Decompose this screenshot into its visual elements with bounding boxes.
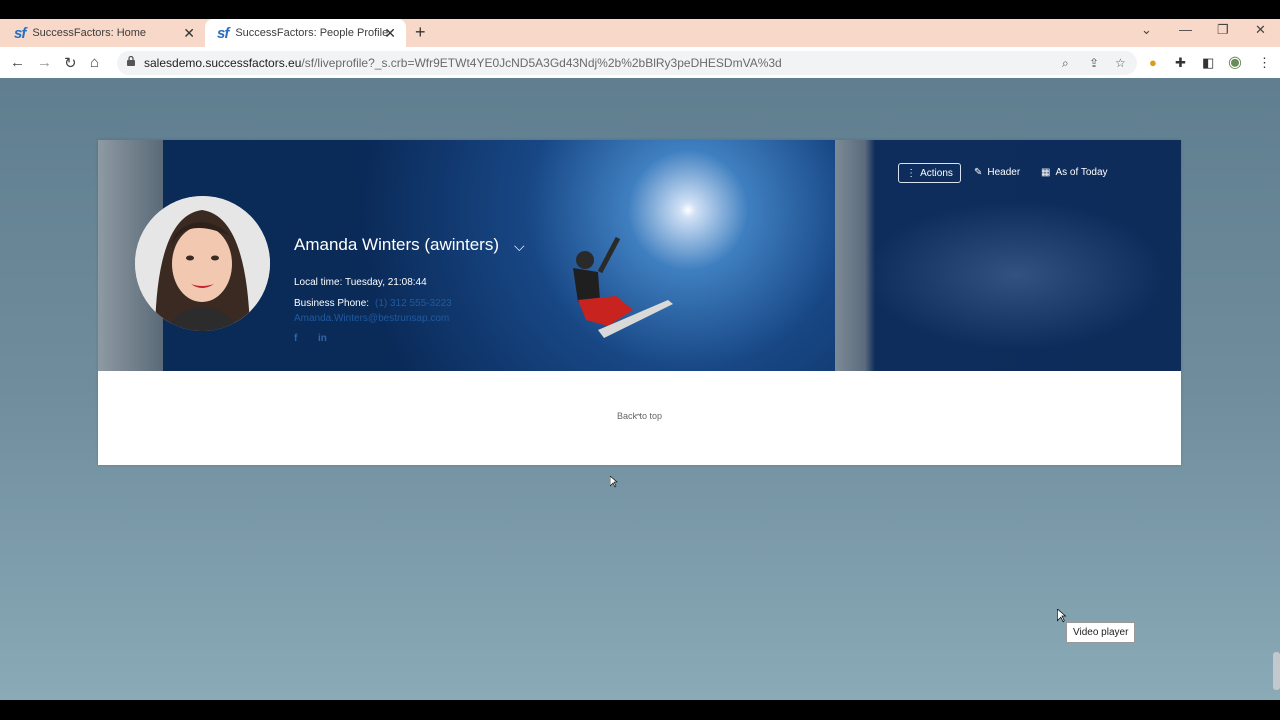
puzzle-extensions-icon[interactable]: ✚ bbox=[1175, 55, 1186, 71]
url-path: /sf/liveprofile?_s.crb=Wfr9ETWt4YE0JcND5… bbox=[301, 56, 782, 70]
mouse-pointer-icon bbox=[610, 476, 618, 488]
tab-title: SuccessFactors: People Profile bbox=[235, 27, 389, 39]
lock-icon bbox=[127, 56, 135, 66]
as-of-today-button[interactable]: ▦ As of Today bbox=[1041, 167, 1108, 178]
url-host: salesdemo.successfactors.eu bbox=[144, 56, 302, 70]
tab-people-profile[interactable]: sf SuccessFactors: People Profile ✕ bbox=[205, 19, 406, 47]
reload-icon[interactable]: ↻ bbox=[64, 54, 77, 72]
business-phone-label: Business Phone: bbox=[294, 298, 370, 309]
facebook-icon[interactable]: f bbox=[294, 333, 297, 344]
close-tab-icon[interactable]: ✕ bbox=[183, 25, 195, 42]
local-time: Local time: Tuesday, 21:08:44 bbox=[294, 277, 427, 288]
pencil-icon: ✎ bbox=[974, 167, 983, 178]
email-link[interactable]: Amanda.Winters@bestrunsap.com bbox=[294, 313, 449, 324]
banner-haze bbox=[866, 200, 1166, 350]
linkedin-icon[interactable]: in bbox=[318, 333, 327, 344]
close-window-icon[interactable]: ✕ bbox=[1255, 22, 1266, 38]
top-black-bar bbox=[0, 0, 1280, 19]
business-phone-link[interactable]: (1) 312 555-3223 bbox=[375, 298, 452, 309]
more-vertical-icon: ⋮ bbox=[906, 167, 917, 179]
sf-tab-icon: sf bbox=[217, 24, 229, 42]
extension-icon[interactable]: ● bbox=[1149, 55, 1157, 70]
restore-icon[interactable]: ❐ bbox=[1217, 22, 1229, 38]
snowboarder-image bbox=[573, 236, 673, 338]
bookmark-star-icon[interactable]: ☆ bbox=[1115, 56, 1126, 70]
tab-search-icon[interactable]: ⌄ bbox=[1141, 22, 1152, 38]
back-to-top-link[interactable]: Back to top bbox=[98, 411, 1181, 421]
profile-banner: Amanda Winters (awinters) ⌵ Local time: … bbox=[98, 140, 1181, 371]
menu-kebab-icon[interactable]: ⋮ bbox=[1258, 55, 1271, 71]
close-tab-icon[interactable]: ✕ bbox=[384, 25, 396, 42]
tab-strip: sf SuccessFactors: Home ✕ sf SuccessFact… bbox=[0, 19, 1280, 47]
tab-home[interactable]: sf SuccessFactors: Home ✕ bbox=[2, 19, 205, 47]
profile-avatar-icon[interactable]: ◉ bbox=[1228, 52, 1242, 72]
back-icon[interactable]: ← bbox=[10, 54, 25, 71]
tooltip-text: Video player bbox=[1073, 627, 1129, 638]
profile-card: Amanda Winters (awinters) ⌵ Local time: … bbox=[98, 140, 1181, 465]
minimize-icon[interactable]: — bbox=[1179, 22, 1192, 37]
calendar-icon: ▦ bbox=[1041, 167, 1051, 178]
tab-title: SuccessFactors: Home bbox=[32, 27, 147, 39]
bottom-black-bar bbox=[0, 700, 1280, 720]
zoom-icon[interactable]: ⌕ bbox=[1062, 56, 1069, 71]
video-player-tooltip: Video player bbox=[1066, 622, 1136, 643]
scrollbar-thumb[interactable] bbox=[1273, 652, 1280, 690]
address-bar[interactable]: salesdemo.successfactors.eu/sf/liveprofi… bbox=[117, 51, 1137, 75]
header-edit-button[interactable]: ✎ Header bbox=[974, 167, 1020, 178]
home-icon[interactable]: ⌂ bbox=[90, 54, 99, 71]
mouse-pointer-icon bbox=[1057, 609, 1067, 623]
chevron-down-icon[interactable]: ⌵ bbox=[514, 238, 525, 255]
avatar[interactable] bbox=[135, 196, 270, 331]
profile-name[interactable]: Amanda Winters (awinters) bbox=[294, 235, 499, 255]
actions-label: Actions bbox=[920, 167, 953, 179]
share-icon[interactable]: ⇪ bbox=[1089, 56, 1099, 70]
page-viewport: Amanda Winters (awinters) ⌵ Local time: … bbox=[0, 78, 1280, 700]
browser-toolbar: ← → ↻ ⌂ salesdemo.successfactors.eu/sf/l… bbox=[0, 47, 1280, 79]
header-label: Header bbox=[987, 167, 1021, 178]
new-tab-icon[interactable]: + bbox=[415, 22, 426, 43]
url-text: salesdemo.successfactors.eu/sf/liveprofi… bbox=[144, 56, 782, 70]
forward-icon[interactable]: → bbox=[37, 54, 52, 71]
sf-tab-icon: sf bbox=[14, 24, 26, 42]
back-to-top-label: Back to top bbox=[616, 411, 663, 421]
side-panel-icon[interactable]: ◧ bbox=[1202, 55, 1214, 71]
actions-button[interactable]: ⋮ Actions bbox=[898, 163, 961, 183]
as-of-today-label: As of Today bbox=[1055, 167, 1108, 178]
